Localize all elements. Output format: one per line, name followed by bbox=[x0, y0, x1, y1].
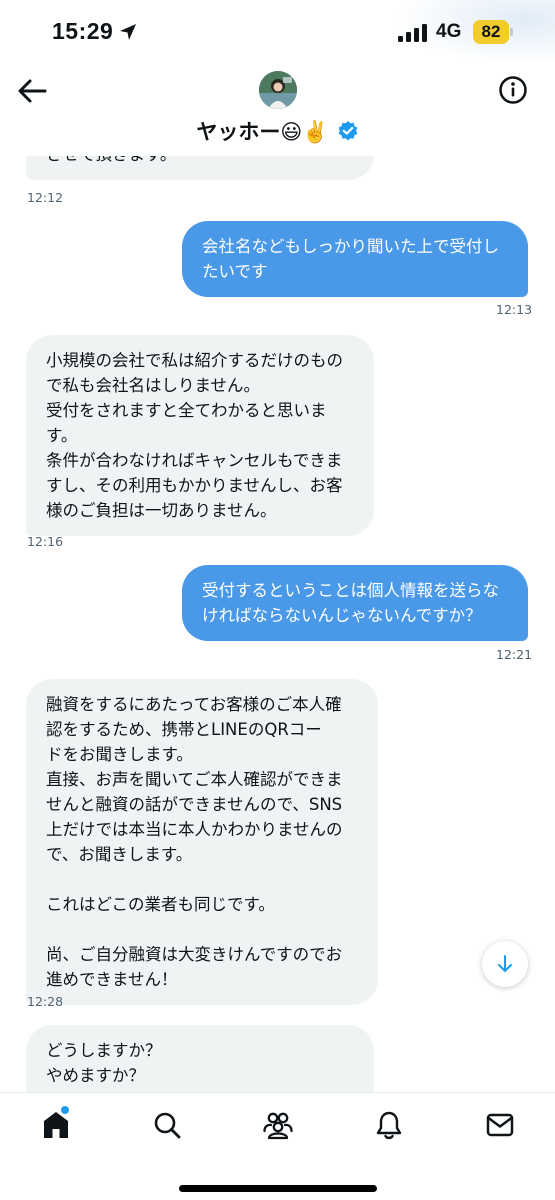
location-arrow-icon bbox=[120, 24, 136, 40]
message-line: 進めできません！ bbox=[46, 970, 178, 989]
signal-bars-icon bbox=[398, 24, 427, 42]
message-line: どうしますか？ bbox=[46, 1041, 162, 1060]
contact-name-row[interactable]: ヤッホー😃✌️ bbox=[0, 116, 555, 146]
message-line: 様のご負担は一切ありません。 bbox=[46, 501, 277, 520]
conversation-header: ヤッホー😃✌️ bbox=[0, 64, 555, 156]
nav-home[interactable] bbox=[40, 1109, 72, 1141]
battery-cap bbox=[510, 28, 513, 36]
network-type: 4G bbox=[436, 21, 462, 42]
avatar[interactable] bbox=[259, 71, 297, 109]
message-line: たいです bbox=[202, 262, 268, 281]
message-timestamp: 12:28 bbox=[27, 994, 64, 1009]
messages-icon bbox=[486, 1113, 514, 1137]
communities-icon bbox=[263, 1112, 293, 1140]
message-line: させて頂きます。 bbox=[46, 156, 354, 167]
scroll-to-bottom-button[interactable] bbox=[482, 941, 528, 987]
status-bar: 15:29 4G 82 bbox=[0, 0, 555, 64]
message-bubble-incoming[interactable]: させて頂きます。 bbox=[26, 156, 374, 180]
message-bubble-incoming[interactable]: 融資をするにあたってお客様のご本人確 認をするため、携帯とLINEのQRコー ド… bbox=[26, 679, 378, 1005]
message-line: で、お聞きします。 bbox=[46, 845, 193, 864]
avatar-photo bbox=[259, 71, 297, 109]
message-line: す。 bbox=[46, 426, 78, 445]
message-line: せんと融資の話ができませんので、SNS bbox=[46, 795, 343, 814]
message-line: 条件が合わなければキャンセルもできま bbox=[46, 451, 343, 470]
message-line: これはどこの業者も同じです。 bbox=[46, 895, 275, 914]
message-line: ければならないんじゃないんですか？ bbox=[202, 606, 482, 625]
message-line: で私も会社名はしりません。 bbox=[46, 376, 261, 395]
home-notification-dot bbox=[61, 1106, 69, 1114]
message-line: 会社名などもしっかり聞いた上で受付し bbox=[202, 237, 499, 256]
info-icon[interactable] bbox=[498, 75, 528, 105]
message-bubble-incoming[interactable]: どうしますか？ やめますか？ bbox=[26, 1025, 374, 1092]
nav-messages[interactable] bbox=[484, 1109, 516, 1141]
message-line: 直接、お声を聞いてご本人確認ができま bbox=[46, 770, 343, 789]
message-timestamp: 12:16 bbox=[27, 534, 64, 549]
message-line: 受付するということは個人情報を送らな bbox=[202, 581, 499, 600]
home-indicator bbox=[179, 1185, 377, 1192]
message-line: 認をするため、携帯とLINEのQRコー bbox=[46, 720, 322, 739]
message-line: 融資をするにあたってお客様のご本人確 bbox=[46, 695, 342, 714]
message-bubble-incoming[interactable]: 小規模の会社で私は紹介するだけのもの で私も会社名はしりません。 受付をされます… bbox=[26, 335, 374, 536]
nav-notifications[interactable] bbox=[373, 1109, 405, 1141]
message-line: すし、その利用もかかりませんし、お客 bbox=[46, 476, 343, 495]
battery-level: 82 bbox=[473, 20, 509, 44]
message-timestamp: 12:21 bbox=[496, 647, 533, 662]
back-arrow-icon[interactable] bbox=[16, 76, 48, 106]
message-line: ドをお聞きします。 bbox=[46, 745, 193, 764]
message-list[interactable]: させて頂きます。 12:12 会社名などもしっかり聞いた上で受付し たいです 1… bbox=[0, 156, 555, 1092]
bottom-navigation bbox=[0, 1092, 555, 1200]
home-icon bbox=[44, 1112, 68, 1138]
message-line: 上だけでは本当に本人かわかりませんの bbox=[46, 820, 343, 839]
arrow-down-icon bbox=[498, 955, 512, 972]
message-line: 小規模の会社で私は紹介するだけのもの bbox=[46, 351, 343, 370]
message-line: やめますか？ bbox=[46, 1066, 145, 1085]
message-timestamp: 12:13 bbox=[496, 302, 533, 317]
message-bubble-outgoing[interactable]: 受付するということは個人情報を送らな ければならないんじゃないんですか？ bbox=[182, 565, 528, 641]
message-bubble-outgoing[interactable]: 会社名などもしっかり聞いた上で受付し たいです bbox=[182, 221, 528, 297]
status-time: 15:29 bbox=[52, 18, 114, 44]
message-line: 尚、ご自分融資は大変きけんですのでお bbox=[46, 945, 343, 964]
nav-communities[interactable] bbox=[262, 1109, 294, 1141]
nav-search[interactable] bbox=[151, 1109, 183, 1141]
search-icon bbox=[154, 1112, 181, 1139]
message-line: 受付をされますと全てわかると思いま bbox=[46, 401, 327, 420]
notifications-icon bbox=[376, 1111, 402, 1140]
message-timestamp: 12:12 bbox=[27, 190, 64, 205]
verified-badge-icon bbox=[338, 121, 357, 141]
contact-name: ヤッホー😃✌️ bbox=[196, 120, 329, 144]
